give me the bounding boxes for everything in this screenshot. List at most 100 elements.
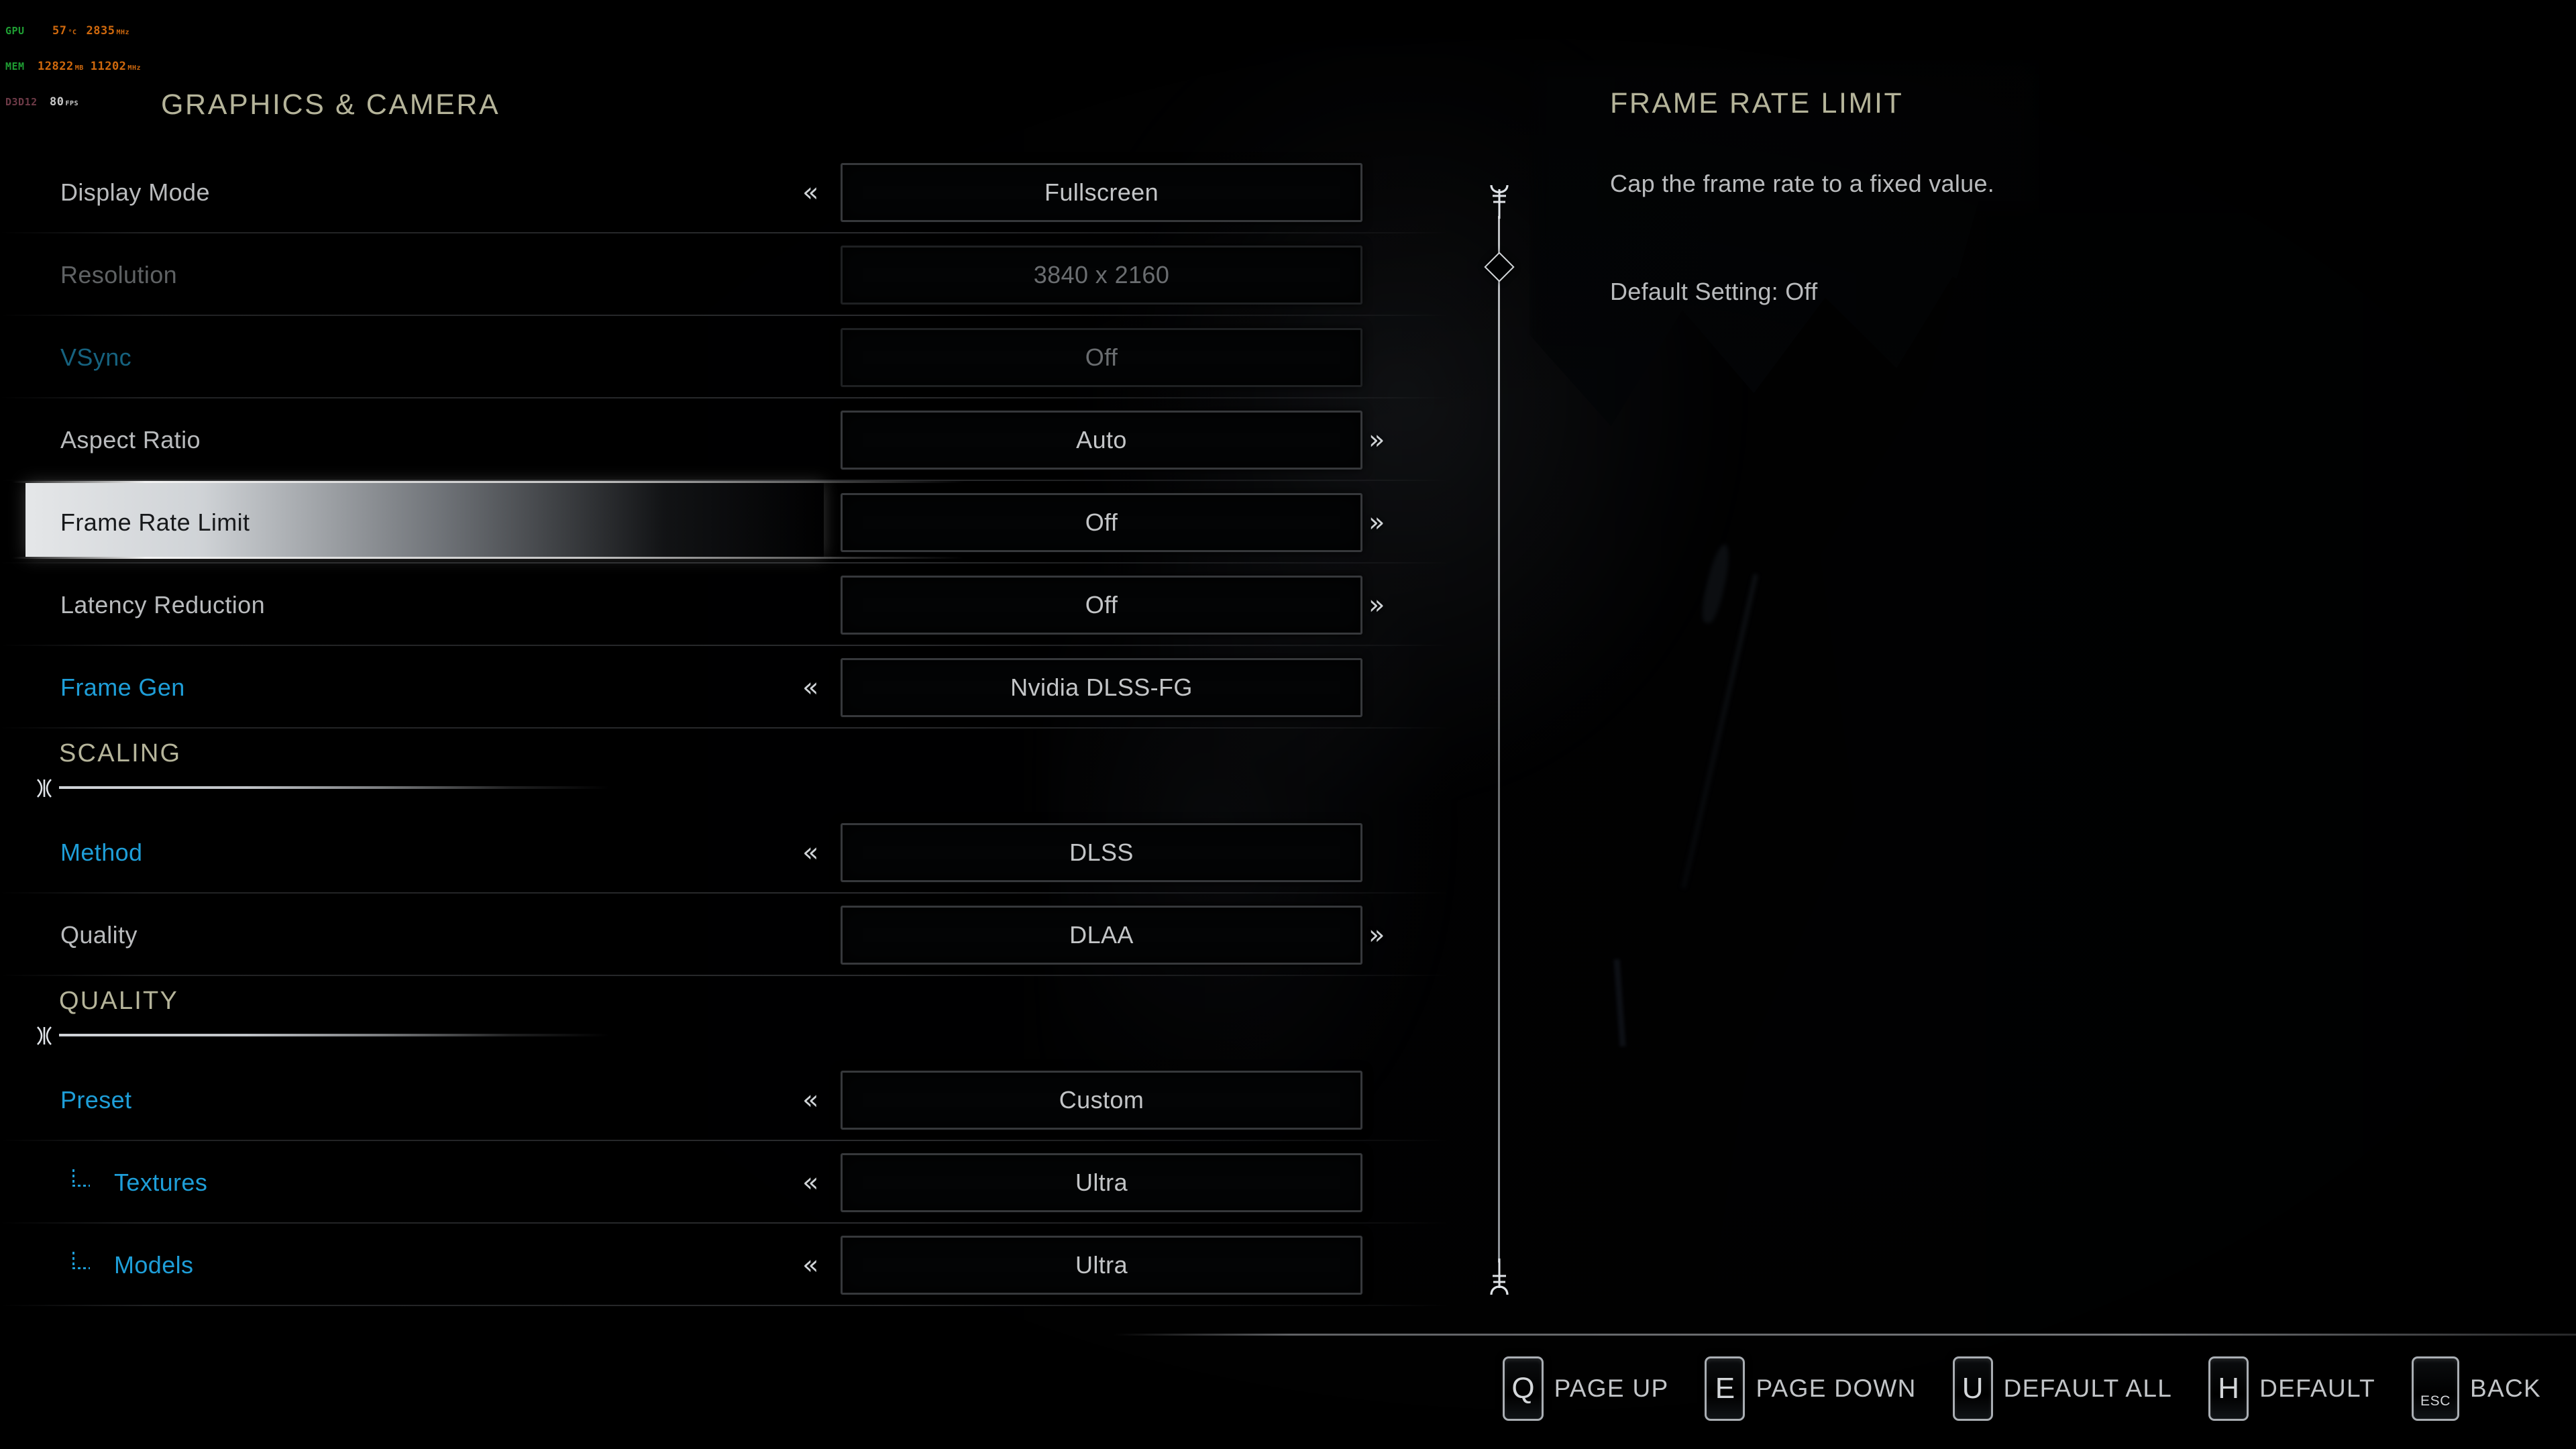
- setting-value-box[interactable]: Custom: [841, 1070, 1362, 1130]
- perf-api-label: D3D12: [5, 96, 38, 108]
- hint-back[interactable]: ESC BACK: [2412, 1356, 2541, 1421]
- setting-row-frame-rate-limit[interactable]: Frame Rate Limit » Off: [0, 481, 1449, 564]
- section-title: SCALING: [59, 739, 182, 767]
- section-divider: [59, 786, 609, 789]
- setting-value-box[interactable]: Off: [841, 575, 1362, 635]
- perf-row-mem: MEM 12822 MB 11202 MHz: [5, 61, 141, 74]
- chevron-left-icon[interactable]: «: [802, 179, 818, 206]
- hint-default[interactable]: H DEFAULT: [2208, 1356, 2375, 1421]
- setting-value: Custom: [1059, 1085, 1144, 1114]
- scrollbar-top-ornament-icon: [1484, 181, 1515, 220]
- setting-row-models[interactable]: Models « Ultra: [0, 1224, 1449, 1306]
- setting-value-box[interactable]: Auto: [841, 410, 1362, 470]
- setting-value: Off: [1085, 590, 1118, 619]
- chevron-left-icon[interactable]: «: [802, 1252, 818, 1279]
- perf-mem-label: MEM: [5, 60, 25, 72]
- chevron-right-icon[interactable]: »: [1368, 427, 1385, 453]
- setting-row-aspect-ratio[interactable]: Aspect Ratio » Auto: [0, 398, 1449, 481]
- setting-label: Quality: [60, 920, 138, 949]
- chevron-left-icon[interactable]: «: [802, 1169, 818, 1196]
- perf-gpu-clock-unit: MHz: [116, 29, 130, 36]
- chevron-right-icon[interactable]: »: [1368, 509, 1385, 536]
- hint-page-down[interactable]: E PAGE DOWN: [1705, 1356, 1916, 1421]
- detail-default-setting: Default Setting: Off: [1610, 277, 1818, 305]
- setting-row-display-mode[interactable]: Display Mode « Fullscreen: [0, 151, 1449, 233]
- perf-mem-used-value: 12822: [38, 60, 74, 73]
- setting-value: DLSS: [1069, 838, 1134, 866]
- settings-section-header: SCALING: [0, 729, 1449, 811]
- setting-row-latency-reduction[interactable]: Latency Reduction » Off: [0, 564, 1449, 646]
- section-divider: [59, 1034, 609, 1036]
- setting-value-box[interactable]: Off: [841, 327, 1362, 387]
- hint-label: PAGE DOWN: [1756, 1375, 1917, 1402]
- perf-row-api: D3D12 80 FPS: [5, 97, 141, 109]
- setting-value-box[interactable]: Ultra: [841, 1235, 1362, 1295]
- hint-label: BACK: [2470, 1375, 2541, 1402]
- detail-description: Cap the frame rate to a fixed value.: [1610, 170, 1995, 197]
- setting-value-box[interactable]: DLAA: [841, 905, 1362, 965]
- perf-mem-clock-unit: MHz: [127, 64, 141, 72]
- setting-value: Off: [1085, 343, 1118, 371]
- chevron-left-icon[interactable]: «: [802, 1087, 818, 1114]
- setting-row-frame-gen[interactable]: Frame Gen « Nvidia DLSS-FG: [0, 646, 1449, 729]
- hint-page-up[interactable]: Q PAGE UP: [1503, 1356, 1668, 1421]
- setting-value-box[interactable]: Off: [841, 492, 1362, 552]
- keycap[interactable]: H: [2208, 1356, 2249, 1421]
- setting-value-box[interactable]: Fullscreen: [841, 162, 1362, 222]
- settings-section-header: QUALITY: [0, 976, 1449, 1059]
- perf-row-gpu: GPU 57 °C 2835 MHz: [5, 25, 141, 38]
- setting-value-box[interactable]: Ultra: [841, 1152, 1362, 1212]
- setting-value-box[interactable]: DLSS: [841, 822, 1362, 882]
- setting-label: Preset: [60, 1085, 132, 1114]
- keycap[interactable]: E: [1705, 1356, 1746, 1421]
- setting-row-quality[interactable]: Quality » DLAA: [0, 894, 1449, 976]
- scrollbar-thumb[interactable]: [1484, 252, 1515, 282]
- chevron-left-icon[interactable]: «: [802, 839, 818, 866]
- scrollbar-track[interactable]: [1498, 216, 1500, 1263]
- setting-value: Nvidia DLSS-FG: [1010, 673, 1193, 701]
- setting-value: Ultra: [1075, 1250, 1128, 1279]
- setting-row-vsync[interactable]: VSync Off: [0, 316, 1449, 398]
- keycap[interactable]: Q: [1503, 1356, 1544, 1421]
- setting-value: Off: [1085, 508, 1118, 536]
- perf-gpu-label: GPU: [5, 25, 25, 37]
- setting-label: Textures: [114, 1168, 208, 1196]
- settings-scrollbar[interactable]: [1479, 181, 1519, 1295]
- setting-value: Ultra: [1075, 1168, 1128, 1196]
- settings-screen: GPU 57 °C 2835 MHz MEM 12822 MB 11202 MH…: [0, 0, 2576, 1449]
- setting-label: Models: [114, 1250, 194, 1279]
- keycap[interactable]: ESC: [2412, 1356, 2460, 1421]
- setting-row-resolution[interactable]: Resolution 3840 x 2160: [0, 233, 1449, 316]
- setting-row-preset[interactable]: Preset « Custom: [0, 1059, 1449, 1141]
- setting-label: Frame Rate Limit: [60, 508, 250, 536]
- setting-value-box[interactable]: Nvidia DLSS-FG: [841, 657, 1362, 717]
- hint-default-all[interactable]: U DEFAULT ALL: [1952, 1356, 2173, 1421]
- hint-label: DEFAULT: [2259, 1375, 2376, 1402]
- setting-value-box[interactable]: 3840 x 2160: [841, 245, 1362, 305]
- hint-list: Q PAGE UP E PAGE DOWN U DEFAULT ALL H DEFAULT ES…: [1503, 1356, 2541, 1421]
- chevron-right-icon[interactable]: »: [1368, 922, 1385, 949]
- setting-value: DLAA: [1069, 920, 1134, 949]
- chevron-right-icon[interactable]: »: [1368, 592, 1385, 619]
- bottom-hint-bar: Q PAGE UP E PAGE DOWN U DEFAULT ALL H DEFAULT ES…: [0, 1334, 2576, 1449]
- setting-row-method[interactable]: Method « DLSS: [0, 811, 1449, 894]
- section-rule-ornament-icon: [35, 1023, 62, 1049]
- setting-label: Method: [60, 838, 143, 866]
- performance-overlay: GPU 57 °C 2835 MHz MEM 12822 MB 11202 MH…: [5, 3, 141, 132]
- setting-label: VSync: [60, 343, 132, 371]
- setting-value: Fullscreen: [1044, 178, 1159, 206]
- setting-row-textures[interactable]: Textures « Ultra: [0, 1141, 1449, 1224]
- row-separator: [0, 1305, 1449, 1306]
- setting-value: Auto: [1076, 425, 1127, 453]
- section-rule-ornament-icon: [35, 775, 62, 801]
- setting-label: Latency Reduction: [60, 590, 265, 619]
- keycap[interactable]: U: [1952, 1356, 1993, 1421]
- setting-label: Resolution: [60, 260, 178, 288]
- perf-mem-clock-value: 11202: [90, 60, 127, 73]
- perf-gpu-temp-value: 57: [52, 24, 67, 38]
- perf-gpu-temp-unit: °C: [68, 29, 77, 36]
- tree-branch-icon: [70, 1251, 94, 1279]
- perf-mem-used-unit: MB: [74, 64, 84, 72]
- chevron-left-icon[interactable]: «: [802, 674, 818, 701]
- perf-fps-unit: FPS: [65, 100, 79, 107]
